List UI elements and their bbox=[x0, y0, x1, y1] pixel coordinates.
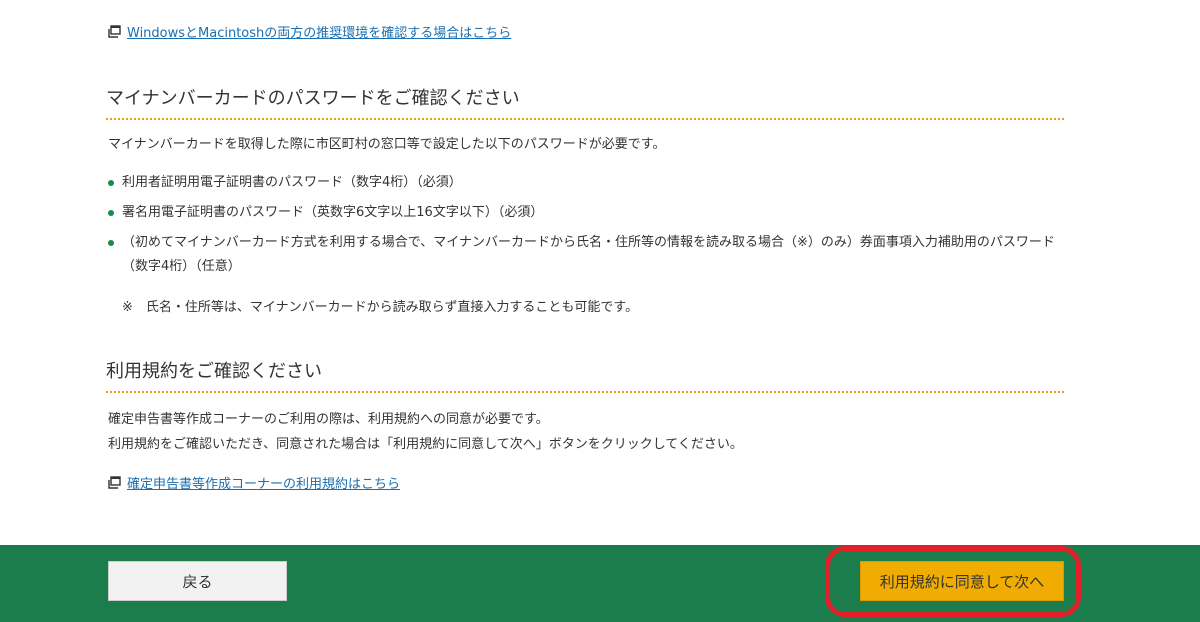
list-item: 利用者証明用電子証明書のパスワード（数字4桁）（必須） bbox=[108, 171, 1068, 195]
list-item: （初めてマイナンバーカード方式を利用する場合で、マイナンバーカードから氏名・住所… bbox=[108, 231, 1068, 279]
agree-next-button[interactable]: 利用規約に同意して次へ bbox=[860, 561, 1064, 601]
page: WindowsとMacintoshの両方の推奨環境を確認する場合はこちら マイナ… bbox=[0, 0, 1200, 622]
bullet-dot bbox=[108, 180, 114, 186]
password-note: ※ 氏名・住所等は、マイナンバーカードから読み取らず直接入力することも可能です。 bbox=[122, 300, 639, 315]
footer-bar: 戻る 利用規約に同意して次へ bbox=[0, 545, 1200, 622]
list-item: 署名用電子証明書のパスワード（英数字6文字以上16文字以下）（必須） bbox=[108, 201, 1068, 225]
terms-link[interactable]: 確定申告書等作成コーナーの利用規約はこちら bbox=[108, 473, 400, 492]
list-item-text: 署名用電子証明書のパスワード（英数字6文字以上16文字以下）（必須） bbox=[122, 205, 544, 220]
external-window-icon bbox=[108, 25, 121, 38]
terms-text-line-2: 利用規約をご確認いただき、同意された場合は「利用規約に同意して次へ」ボタンをクリ… bbox=[108, 437, 743, 452]
list-item-text: （初めてマイナンバーカード方式を利用する場合で、マイナンバーカードから氏名・住所… bbox=[122, 235, 1055, 274]
back-button[interactable]: 戻る bbox=[108, 561, 287, 601]
password-list: 利用者証明用電子証明書のパスワード（数字4桁）（必須） 署名用電子証明書のパスワ… bbox=[108, 171, 1068, 279]
password-intro: マイナンバーカードを取得した際に市区町村の窓口等で設定した以下のパスワードが必要… bbox=[108, 137, 666, 152]
terms-section-heading: 利用規約をご確認ください bbox=[106, 357, 1064, 393]
password-section-heading: マイナンバーカードのパスワードをご確認ください bbox=[106, 84, 1064, 120]
terms-text-line-1: 確定申告書等作成コーナーのご利用の際は、利用規約への同意が必要です。 bbox=[108, 412, 549, 427]
bullet-dot bbox=[108, 210, 114, 216]
recommended-env-link[interactable]: WindowsとMacintoshの両方の推奨環境を確認する場合はこちら bbox=[108, 22, 511, 41]
list-item-text: 利用者証明用電子証明書のパスワード（数字4桁）（必須） bbox=[122, 175, 462, 190]
terms-link-text[interactable]: 確定申告書等作成コーナーの利用規約はこちら bbox=[127, 473, 400, 492]
recommended-env-link-text[interactable]: WindowsとMacintoshの両方の推奨環境を確認する場合はこちら bbox=[127, 22, 511, 41]
bullet-dot bbox=[108, 240, 114, 246]
external-window-icon bbox=[108, 476, 121, 489]
